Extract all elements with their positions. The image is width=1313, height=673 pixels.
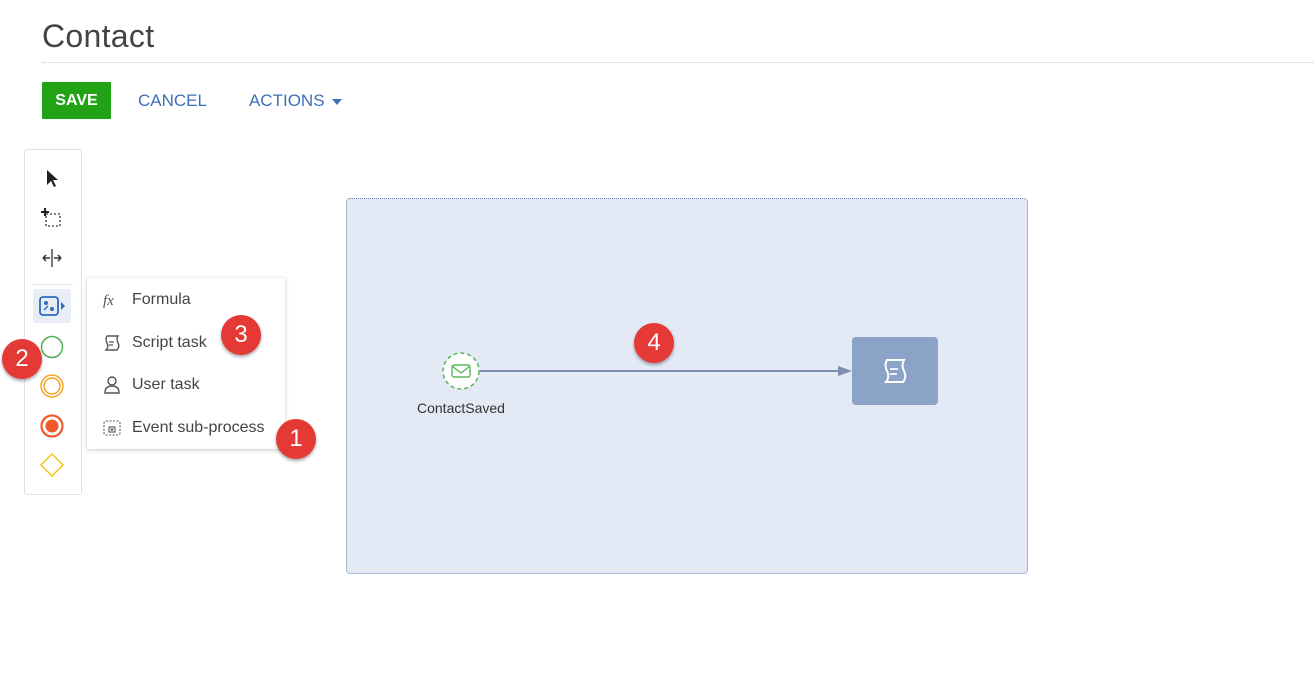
script-icon <box>883 359 907 383</box>
event-label: ContactSaved <box>417 400 505 416</box>
script-task-node[interactable] <box>852 337 938 405</box>
annotation-badge-3: 3 <box>221 315 261 355</box>
annotation-badge-1: 1 <box>276 419 316 459</box>
annotation-badge-2: 2 <box>2 339 42 379</box>
annotation-badge-4: 4 <box>634 323 674 363</box>
message-start-event[interactable] <box>442 352 480 390</box>
